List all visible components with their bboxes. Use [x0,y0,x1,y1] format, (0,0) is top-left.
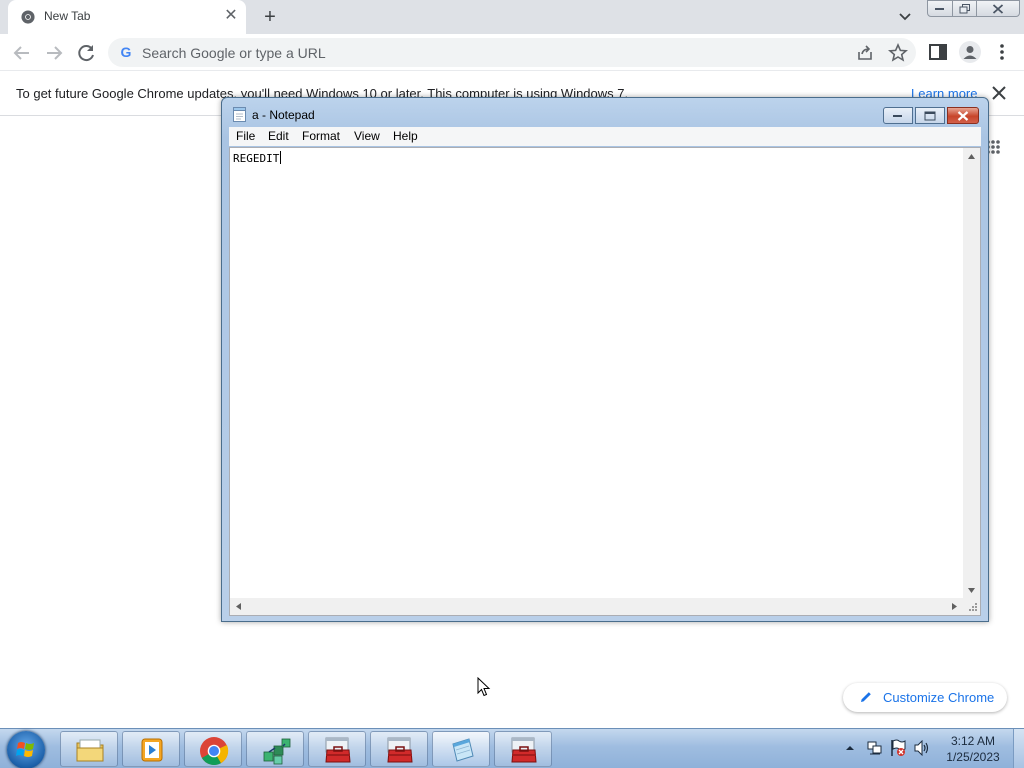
show-desktop-button[interactable] [1013,729,1024,768]
notepad-content: REGEDIT [233,152,280,165]
notepad-icon [233,107,246,122]
taskbar-toolbox-app-2[interactable] [370,731,428,767]
tab-new-tab[interactable]: New Tab ✕ [8,0,246,34]
notepad-minimize-button[interactable] [883,107,913,124]
share-icon[interactable] [856,44,874,62]
restore-icon [959,3,970,13]
taskbar-notepad[interactable] [432,731,490,767]
minimize-icon [893,114,902,117]
taskbar-toolbox-app-3[interactable] [494,731,552,767]
notepad-menubar: File Edit Format View Help [229,127,981,146]
chrome-tabstrip: New Tab ✕ + [0,0,1024,34]
chrome-toolbar: G Search Google or type a URL [0,34,1024,71]
tab-close-icon[interactable]: ✕ [222,7,240,25]
vertical-scrollbar[interactable] [963,148,980,599]
scroll-left-arrow-icon[interactable] [236,603,241,610]
scroll-right-arrow-icon[interactable] [952,603,957,610]
chrome-icon [200,737,229,765]
scroll-down-arrow-icon[interactable] [968,588,975,593]
omnibox[interactable]: G Search Google or type a URL [108,38,916,67]
toolbox-icon [511,737,537,763]
menu-view[interactable]: View [354,129,380,143]
action-center-flag-icon[interactable] [890,739,906,757]
minimize-icon [935,7,944,10]
menu-file[interactable]: File [236,129,255,143]
window-restore-button[interactable] [952,0,977,17]
notepad-text-area[interactable]: REGEDIT [229,147,981,616]
scroll-up-arrow-icon[interactable] [968,154,975,159]
new-tab-button[interactable]: + [258,5,282,29]
close-icon [992,3,1004,14]
infobar-close-icon[interactable] [990,84,1008,102]
customize-chrome-label: Customize Chrome [883,690,995,705]
windows-logo-icon [16,742,34,757]
resize-grip-icon[interactable] [963,598,980,615]
notepad-window[interactable]: a - Notepad File Edit Format View Help R… [221,97,989,622]
start-button[interactable] [7,731,45,768]
google-g-icon: G [120,44,132,60]
network-tray-icon[interactable] [867,740,883,756]
bookmark-star-icon[interactable] [888,43,908,63]
reload-icon[interactable] [74,41,98,65]
taskbar-toolbox-app-1[interactable] [308,731,366,767]
omnibox-placeholder: Search Google or type a URL [142,45,326,61]
taskbar-network-app[interactable] [246,731,304,767]
notepad-maximize-button[interactable] [915,107,945,124]
menu-format[interactable]: Format [302,129,340,143]
taskbar-windows-explorer[interactable] [60,731,118,767]
clock-date[interactable]: 1/25/2023 [936,750,1010,764]
forward-arrow-icon[interactable] [42,41,66,65]
show-hidden-icons-arrow-icon[interactable] [844,743,856,753]
text-caret [280,151,282,164]
folder-icon [76,739,104,762]
horizontal-scrollbar[interactable] [230,598,963,615]
side-panel-icon[interactable] [928,42,948,62]
profile-avatar-icon[interactable] [959,41,981,63]
kebab-menu-icon[interactable] [993,42,1011,62]
notepad-icon [452,738,474,762]
notepad-title: a - Notepad [252,108,315,122]
menu-edit[interactable]: Edit [268,129,289,143]
menu-help[interactable]: Help [393,129,418,143]
close-icon [957,110,969,121]
toolbox-icon [325,737,351,763]
network-cubes-icon [263,738,291,765]
clock-time[interactable]: 3:12 AM [936,734,1010,748]
taskbar-google-chrome[interactable] [184,731,242,767]
windows-taskbar: 3:12 AM 1/25/2023 [0,728,1024,768]
back-arrow-icon[interactable] [10,41,34,65]
notepad-close-button[interactable] [947,107,979,124]
volume-speaker-icon[interactable] [913,740,931,756]
window-close-button[interactable] [976,0,1020,17]
tab-search-chevron-icon[interactable] [895,7,915,27]
window-minimize-button[interactable] [927,0,953,17]
pencil-icon [861,692,871,702]
taskbar-media-player[interactable] [122,731,180,767]
media-player-icon [141,738,163,762]
tab-title: New Tab [44,9,91,23]
chrome-logo-icon [21,10,35,24]
mouse-pointer-icon [477,677,491,697]
toolbox-icon [387,737,413,763]
customize-chrome-button[interactable]: Customize Chrome [843,683,1007,712]
maximize-icon [924,111,936,120]
